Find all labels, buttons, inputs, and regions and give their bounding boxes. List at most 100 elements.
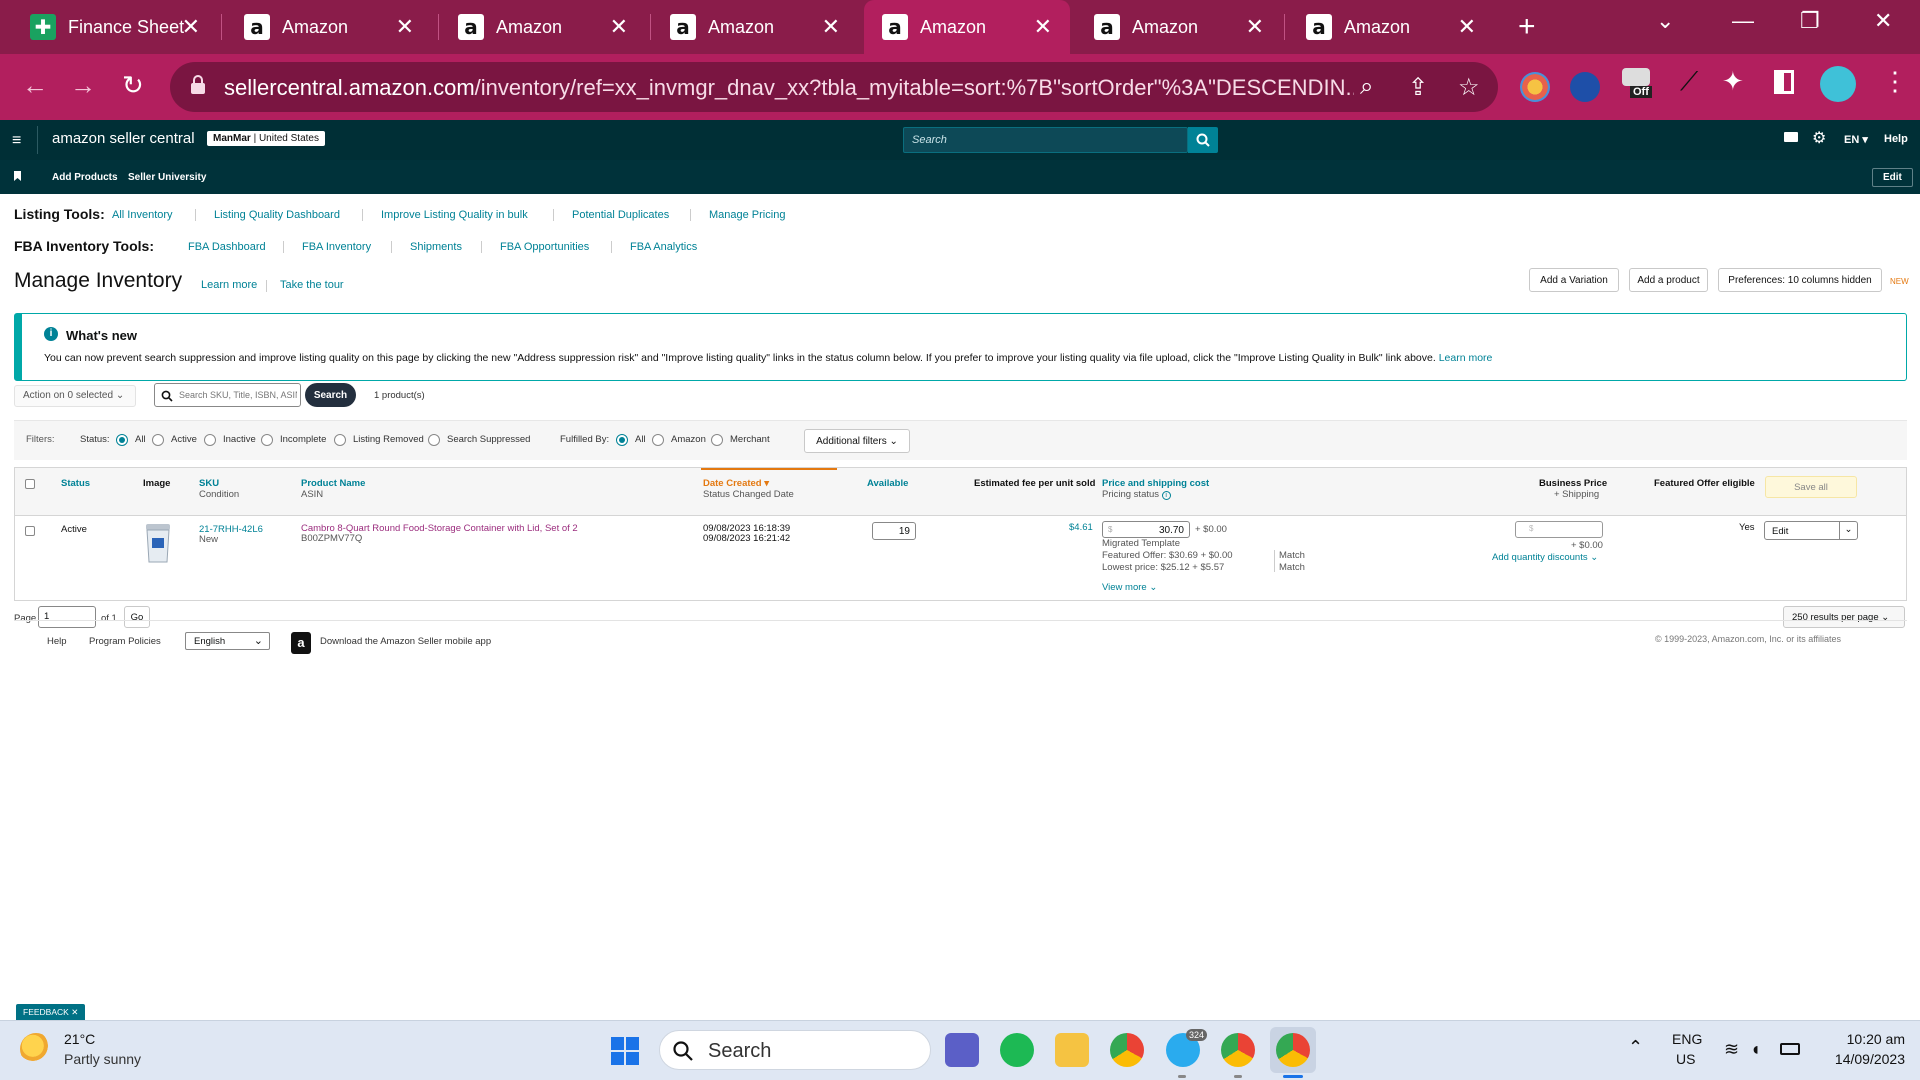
product-image[interactable]: [142, 522, 174, 566]
add-product-button[interactable]: Add a product: [1629, 268, 1708, 292]
row-checkbox[interactable]: [25, 526, 35, 536]
status-active-radio[interactable]: [152, 434, 164, 446]
amazon-app-icon[interactable]: a: [291, 632, 311, 654]
page-number-input[interactable]: 1: [38, 606, 96, 628]
header-date-created[interactable]: Date Created ▾: [703, 478, 769, 489]
status-incomplete-radio[interactable]: [261, 434, 273, 446]
bookmark-star-icon[interactable]: ☆: [1458, 73, 1480, 102]
close-tab-icon[interactable]: ✕: [396, 14, 414, 40]
link-fba-dashboard[interactable]: FBA Dashboard: [188, 241, 266, 253]
search-button[interactable]: [1188, 127, 1218, 153]
link-fba-analytics[interactable]: FBA Analytics: [630, 241, 697, 253]
file-explorer-icon[interactable]: [1055, 1033, 1089, 1067]
status-inactive-radio[interactable]: [204, 434, 216, 446]
close-tab-icon[interactable]: ✕: [822, 14, 840, 40]
available-quantity-input[interactable]: 19: [872, 522, 916, 540]
footer-help-link[interactable]: Help: [47, 636, 67, 647]
profile-avatar[interactable]: [1820, 66, 1856, 102]
header-status[interactable]: Status: [61, 478, 90, 489]
link-potential-duplicates[interactable]: Potential Duplicates: [572, 209, 669, 221]
status-all-radio[interactable]: [116, 434, 128, 446]
feedback-tab[interactable]: FEEDBACK ✕: [16, 1004, 86, 1020]
weather-sun-cloud-icon[interactable]: [20, 1033, 52, 1065]
learn-more-link[interactable]: Learn more: [201, 279, 257, 291]
extensions-puzzle-icon[interactable]: ✦: [1722, 66, 1744, 97]
header-price[interactable]: Price and shipping cost: [1102, 478, 1209, 489]
windows-start-icon[interactable]: [611, 1037, 639, 1065]
edit-nav-button[interactable]: Edit: [1872, 168, 1913, 187]
status-search-suppressed-radio[interactable]: [428, 434, 440, 446]
save-all-button[interactable]: Save all: [1765, 476, 1857, 498]
tab-amazon[interactable]: a Amazon ✕: [652, 0, 858, 54]
price-input[interactable]: $ 30.70: [1102, 521, 1190, 538]
close-window-icon[interactable]: ✕: [1874, 8, 1892, 34]
match-lowest-link[interactable]: Match: [1279, 562, 1305, 573]
header-product-name[interactable]: Product Name: [301, 478, 365, 489]
weather-temp[interactable]: 21°C: [64, 1031, 95, 1047]
close-tab-icon[interactable]: ✕: [1034, 14, 1052, 40]
chrome-profile-icon[interactable]: [1221, 1033, 1255, 1067]
battery-icon[interactable]: [1780, 1043, 1800, 1055]
weather-desc[interactable]: Partly sunny: [64, 1051, 141, 1067]
tab-amazon[interactable]: a Amazon ✕: [440, 0, 646, 54]
close-tab-icon[interactable]: ✕: [182, 14, 200, 40]
take-tour-link[interactable]: Take the tour: [280, 279, 344, 291]
mail-icon[interactable]: [1784, 132, 1798, 142]
seller-search-input[interactable]: Search: [903, 127, 1188, 153]
language-us[interactable]: US: [1676, 1051, 1695, 1067]
download-app-link[interactable]: Download the Amazon Seller mobile app: [320, 636, 491, 647]
teams-chat-icon[interactable]: [945, 1033, 979, 1067]
fulfilled-merchant-radio[interactable]: [711, 434, 723, 446]
side-panel-icon[interactable]: [1774, 70, 1794, 94]
tab-amazon-active[interactable]: a Amazon ✕: [864, 0, 1070, 54]
link-shipments[interactable]: Shipments: [410, 241, 462, 253]
add-quantity-discounts-link[interactable]: Add quantity discounts ⌄: [1492, 552, 1598, 563]
minimize-icon[interactable]: —: [1732, 8, 1754, 34]
show-hidden-icons-icon[interactable]: ⌃: [1628, 1037, 1643, 1058]
info-circle-icon[interactable]: i: [1161, 491, 1171, 500]
link-all-inventory[interactable]: All Inventory: [112, 209, 173, 221]
preferences-button[interactable]: Preferences: 10 columns hidden: [1718, 268, 1882, 292]
go-button[interactable]: Go: [124, 606, 150, 628]
add-variation-button[interactable]: Add a Variation: [1529, 268, 1619, 292]
extension-pen-icon[interactable]: ⟋: [1680, 66, 1698, 98]
tab-search-chevron-icon[interactable]: ⌄: [1656, 8, 1674, 34]
status-listing-removed-radio[interactable]: [334, 434, 346, 446]
subnav-add-products[interactable]: Add Products: [52, 172, 118, 183]
link-improve-listing-quality[interactable]: Improve Listing Quality in bulk: [381, 209, 528, 221]
row-estimated-fee[interactable]: $4.61: [1069, 522, 1093, 533]
tab-amazon[interactable]: a Amazon ✕: [226, 0, 432, 54]
footer-language-select[interactable]: English ⌄: [185, 632, 270, 650]
settings-gear-icon[interactable]: ⚙: [1812, 128, 1826, 148]
reload-icon[interactable]: ↻: [122, 70, 144, 101]
fulfilled-amazon-radio[interactable]: [652, 434, 664, 446]
spotify-icon[interactable]: [1000, 1033, 1034, 1067]
business-price-input[interactable]: $: [1515, 521, 1603, 538]
browser-menu-icon[interactable]: ⋮: [1882, 66, 1908, 97]
bookmark-icon[interactable]: [14, 171, 21, 181]
clock-date[interactable]: 14/09/2023: [1818, 1051, 1905, 1067]
close-tab-icon[interactable]: ✕: [1246, 14, 1264, 40]
language-eng[interactable]: ENG: [1672, 1031, 1702, 1047]
extension-cross-icon[interactable]: [1570, 72, 1600, 102]
footer-program-policies-link[interactable]: Program Policies: [89, 636, 161, 647]
new-tab-icon[interactable]: +: [1518, 10, 1536, 44]
additional-filters-button[interactable]: Additional filters ⌄: [804, 429, 910, 453]
chrome-icon[interactable]: [1110, 1033, 1144, 1067]
search-button[interactable]: Search: [305, 383, 356, 407]
hamburger-menu-icon[interactable]: ≡: [12, 132, 21, 150]
results-per-page-dropdown[interactable]: 250 results per page ⌄: [1783, 606, 1905, 628]
help-link[interactable]: Help: [1884, 133, 1908, 145]
header-sku[interactable]: SKU: [199, 478, 219, 489]
address-bar[interactable]: sellercentral.amazon.com/inventory/ref=x…: [170, 62, 1498, 112]
tab-amazon[interactable]: a Amazon ✕: [1076, 0, 1282, 54]
volume-icon[interactable]: ◖: [1750, 1039, 1761, 1060]
clock-time[interactable]: 10:20 am: [1825, 1031, 1905, 1047]
subnav-seller-university[interactable]: Seller University: [128, 172, 206, 183]
store-selector[interactable]: ManMar | United States: [207, 131, 325, 146]
link-listing-quality-dashboard[interactable]: Listing Quality Dashboard: [214, 209, 340, 221]
back-icon[interactable]: ←: [22, 70, 48, 101]
close-tab-icon[interactable]: ✕: [610, 14, 628, 40]
whats-new-learn-more[interactable]: Learn more: [1439, 352, 1493, 364]
chrome-active-icon[interactable]: [1276, 1033, 1310, 1067]
